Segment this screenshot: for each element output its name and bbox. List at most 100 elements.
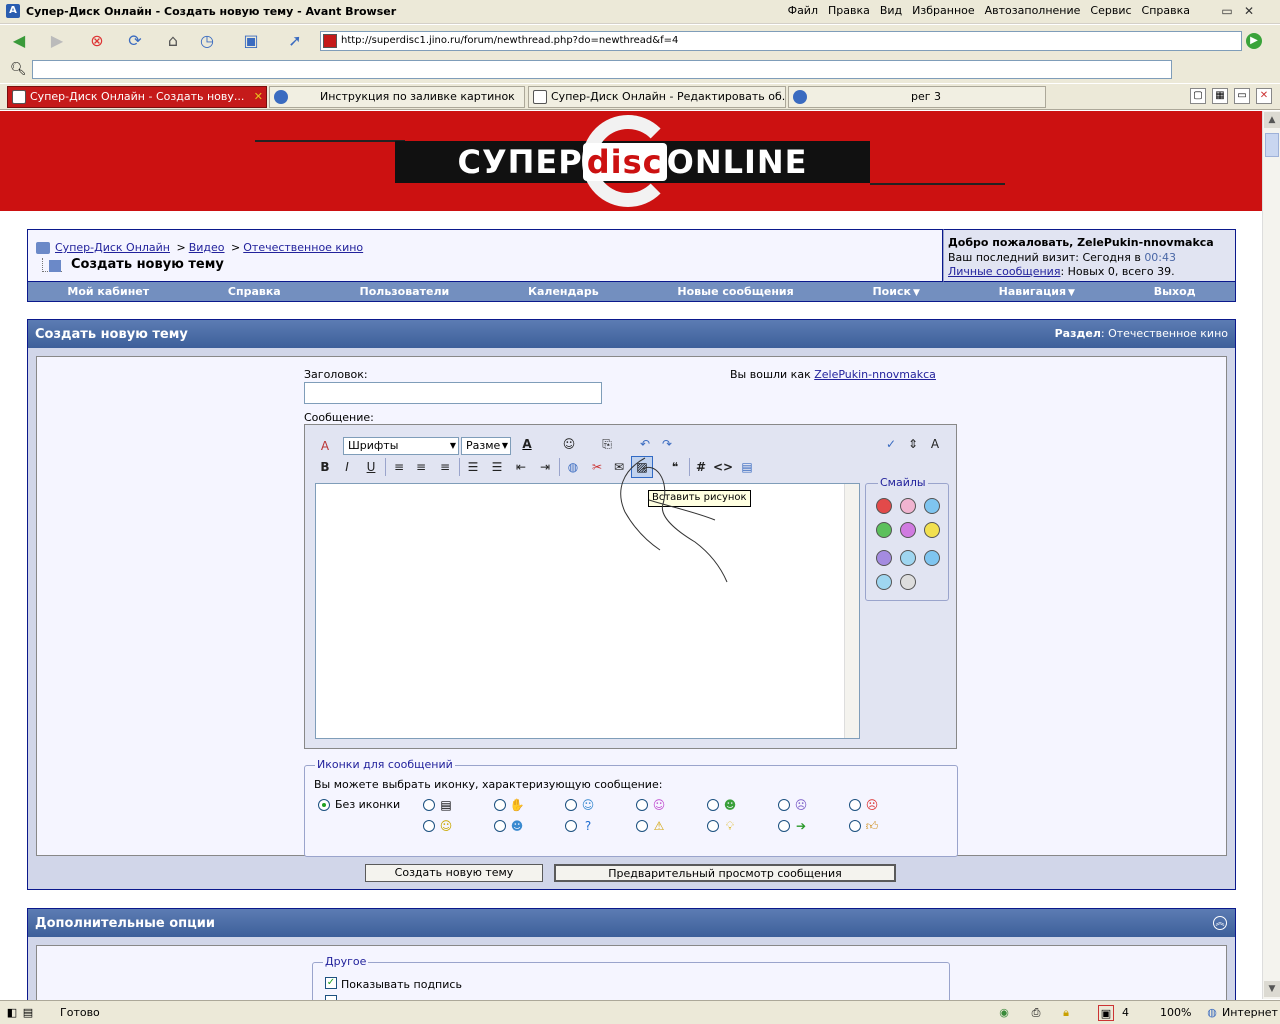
post-icon-radio[interactable]: [494, 799, 506, 811]
wrap-code-icon[interactable]: #: [691, 458, 711, 476]
post-icon-radio[interactable]: [565, 820, 577, 832]
breadcrumb-video-link[interactable]: Видео: [189, 241, 225, 254]
address-bar[interactable]: http://superdisc1.jino.ru/forum/newthrea…: [320, 31, 1242, 51]
search-input[interactable]: [32, 60, 1172, 79]
menu-autofill[interactable]: Автозаполнение: [985, 4, 1081, 17]
go-icon[interactable]: ▶: [1246, 33, 1262, 49]
underline-icon[interactable]: U: [361, 458, 381, 476]
username-link[interactable]: ZelePukin-nnovmakca: [814, 368, 936, 381]
undo-icon[interactable]: ↶: [635, 435, 655, 453]
wrap-php-icon[interactable]: ▤: [737, 458, 757, 476]
wrap-html-icon[interactable]: <>: [713, 458, 733, 476]
indent-icon[interactable]: ⇥: [535, 458, 555, 476]
smiley-tongue-icon[interactable]: [900, 522, 916, 538]
smiley-sad-icon[interactable]: [876, 550, 892, 566]
post-icon-radio[interactable]: [707, 820, 719, 832]
post-icon-radio[interactable]: [778, 799, 790, 811]
post-icon-radio[interactable]: [565, 799, 577, 811]
align-left-icon[interactable]: ≡: [389, 458, 409, 476]
smiley-confused-icon[interactable]: [900, 550, 916, 566]
outdent-icon[interactable]: ⇤: [511, 458, 531, 476]
history-icon[interactable]: ◷: [194, 29, 220, 53]
forward-icon[interactable]: ▶: [44, 29, 70, 53]
smiley-eek-icon[interactable]: [900, 574, 916, 590]
restore-tab-icon[interactable]: ▭: [1234, 88, 1250, 104]
close-icon[interactable]: ✕: [1240, 3, 1258, 19]
nav-logout[interactable]: Выход: [1154, 285, 1196, 298]
text-color-icon[interactable]: A: [517, 435, 537, 453]
nav-search[interactable]: Поиск ▼: [872, 285, 919, 298]
smiley-angry-icon[interactable]: [876, 498, 892, 514]
post-icon-radio[interactable]: [423, 820, 435, 832]
nav-help[interactable]: Справка: [228, 285, 281, 298]
back-icon[interactable]: ◀: [6, 29, 32, 53]
smiley-kiss-icon[interactable]: [900, 498, 916, 514]
align-center-icon[interactable]: ≡: [411, 458, 431, 476]
page-scrollbar[interactable]: ▲ ▼: [1262, 111, 1280, 999]
pointer-icon[interactable]: ➚: [282, 29, 308, 53]
remove-link-icon[interactable]: ✂: [587, 458, 607, 476]
font-select[interactable]: Шрифты ▼: [343, 437, 459, 455]
zoom-level[interactable]: 100%: [1160, 1006, 1191, 1019]
post-icon-radio[interactable]: [423, 799, 435, 811]
popup-blocker-icon[interactable]: ▣: [1098, 1005, 1114, 1021]
smiley-grin-icon[interactable]: [876, 522, 892, 538]
breadcrumb-category-link[interactable]: Отечественное кино: [243, 241, 363, 254]
tab-edit-post[interactable]: Супер-Диск Онлайн - Редактировать об...: [528, 86, 786, 108]
site-logo[interactable]: СУПЕР disc ONLINE: [395, 143, 870, 181]
tab-instructions[interactable]: Инструкция по заливке картинок: [269, 86, 525, 108]
smiley-picker-icon[interactable]: ☺: [559, 435, 579, 453]
post-icon-radio[interactable]: [494, 820, 506, 832]
resize-editor-icon[interactable]: ⇕: [903, 435, 923, 453]
tile-tabs-icon[interactable]: ▦: [1212, 88, 1228, 104]
spellcheck-icon[interactable]: ✓: [881, 435, 901, 453]
home-icon[interactable]: ⌂: [160, 29, 186, 53]
scroll-up-icon[interactable]: ▲: [1264, 112, 1280, 128]
tab-create-topic[interactable]: Супер-Диск Онлайн - Создать нову... ✕: [7, 86, 267, 108]
private-messages-link[interactable]: Личные сообщения: [948, 265, 1060, 278]
menu-view[interactable]: Вид: [880, 4, 902, 17]
minimize-icon[interactable]: ▭: [1218, 3, 1236, 19]
menu-favorites[interactable]: Избранное: [912, 4, 974, 17]
post-icon-radio[interactable]: [636, 799, 648, 811]
nav-navigation[interactable]: Навигация ▼: [999, 285, 1075, 298]
submit-new-thread-button[interactable]: Создать новую тему: [365, 864, 543, 882]
insert-image-icon[interactable]: ▨: [631, 456, 653, 478]
nav-new-posts[interactable]: Новые сообщения: [677, 285, 793, 298]
post-icon-radio[interactable]: [636, 820, 648, 832]
italic-icon[interactable]: I: [337, 458, 357, 476]
redo-icon[interactable]: ↷: [657, 435, 677, 453]
switch-mode-icon[interactable]: A: [925, 435, 945, 453]
nav-members[interactable]: Пользователи: [360, 285, 450, 298]
collapse-icon[interactable]: ︽: [1213, 916, 1227, 930]
insert-email-icon[interactable]: ✉: [609, 458, 629, 476]
message-textarea[interactable]: [315, 483, 860, 739]
size-select[interactable]: Разме ▼: [461, 437, 511, 455]
show-signature-checkbox[interactable]: ✓: [325, 977, 337, 989]
bold-icon[interactable]: B: [315, 458, 335, 476]
search-icon[interactable]: 🔍︎: [10, 62, 27, 77]
smiley-cool-icon[interactable]: [876, 574, 892, 590]
window-icon[interactable]: ▣: [238, 29, 264, 53]
align-right-icon[interactable]: ≡: [435, 458, 455, 476]
forum-home-icon[interactable]: [36, 242, 50, 254]
no-icon-radio[interactable]: [318, 799, 330, 811]
close-all-tabs-icon[interactable]: ✕: [1256, 88, 1272, 104]
unordered-list-icon[interactable]: ☰: [487, 458, 507, 476]
smiley-laugh-icon[interactable]: [924, 550, 940, 566]
breadcrumb-home-link[interactable]: Супер-Диск Онлайн: [55, 241, 170, 254]
post-icon-radio[interactable]: [707, 799, 719, 811]
menu-tools[interactable]: Сервис: [1090, 4, 1131, 17]
editor-scrollbar[interactable]: [844, 484, 859, 738]
stop-icon[interactable]: ⊗: [84, 29, 110, 53]
scrollbar-thumb[interactable]: [1265, 133, 1279, 157]
menu-help[interactable]: Справка: [1142, 4, 1190, 17]
menu-edit[interactable]: Правка: [828, 4, 870, 17]
preview-post-button[interactable]: Предварительный просмотр сообщения: [554, 864, 896, 882]
sidebar-toggle-icon[interactable]: ◧: [4, 1005, 20, 1021]
refresh-icon[interactable]: ⟳: [122, 29, 148, 53]
ordered-list-icon[interactable]: ☰: [463, 458, 483, 476]
smiley-smile-icon[interactable]: [924, 498, 940, 514]
menu-file[interactable]: Файл: [788, 4, 818, 17]
remove-format-icon[interactable]: A: [315, 437, 335, 455]
